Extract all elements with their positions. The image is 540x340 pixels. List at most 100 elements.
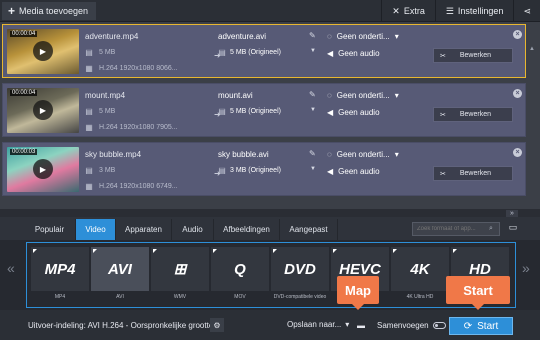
edit-button[interactable]: ✂ Bewerken (433, 166, 513, 181)
edit-button[interactable]: ✂ Bewerken (433, 107, 513, 122)
file-list: 00:00:04 ▶ adventure.mp4 ▤ 5 MB ▦ H.264 19… (0, 22, 540, 220)
format-list: MP4 MP4 AVI AVI ⊞ WMV Q MOV DVD DVD-compatibe… (26, 242, 516, 308)
output-size-select[interactable]: ▤ 5 MB (Origineel) (218, 48, 281, 57)
file-row[interactable]: 00:00:04 ▶ mount.mp4 ▤ 5 MB ▦ H.264 1920x1… (2, 83, 526, 137)
settings-button[interactable]: ☰ Instellingen (434, 0, 514, 22)
film-icon: ▦ (85, 122, 93, 132)
subtitles-select[interactable]: ◌ Geen onderti... ▾ (327, 91, 399, 100)
refresh-icon: ⟳ (463, 320, 473, 332)
chevron-down-icon[interactable]: ▼ (310, 107, 316, 113)
scissors-icon: ✂ (440, 111, 446, 119)
output-filename: sky bubble.avi (218, 150, 269, 159)
subtitles-select[interactable]: ◌ Geen onderti... ▾ (327, 32, 399, 41)
settings-icon: ☰ (445, 5, 454, 16)
top-right-actions: ✕ Extra ☰ Instellingen ⋖ (381, 0, 540, 22)
file-icon: ▤ (85, 165, 93, 175)
scroll-up-icon[interactable]: ▲ (528, 46, 536, 54)
scissors-icon: ✂ (440, 52, 446, 60)
duration-badge: 00:00:04 (10, 90, 38, 96)
format-wmv[interactable]: ⊞ WMV (151, 247, 209, 303)
audio-label: Geen audio (338, 49, 380, 58)
edit-label: Bewerken (459, 111, 492, 118)
play-icon[interactable]: ▶ (33, 159, 53, 179)
share-button[interactable]: ⋖ (513, 0, 540, 22)
chevron-right-icon[interactable]: » (522, 260, 530, 276)
remove-file-icon[interactable]: × (513, 89, 522, 98)
format-avi[interactable]: AVI AVI (91, 247, 149, 303)
top-toolbar: + Media toevoegen ✕ Extra ☰ Instellingen… (0, 0, 540, 22)
toggle-switch[interactable] (432, 322, 446, 329)
edit-label: Bewerken (459, 52, 492, 59)
remove-file-icon[interactable]: × (513, 30, 522, 39)
folder-icon[interactable]: ▬ (357, 321, 365, 330)
tab-apparaten[interactable]: Apparaten (116, 219, 172, 240)
video-thumbnail[interactable]: 00:00:04 ▶ (7, 29, 79, 74)
tab-audio[interactable]: Audio (172, 219, 214, 240)
format-caption: WMV (173, 294, 187, 300)
audio-select[interactable]: ◀ Geen audio (327, 49, 380, 58)
pencil-icon[interactable]: ✎ (309, 149, 316, 158)
chevron-down-icon: ▾ (394, 32, 399, 41)
pencil-icon[interactable]: ✎ (309, 90, 316, 99)
format-logo: HD (469, 260, 491, 278)
format-caption: MP4 (54, 294, 66, 300)
subtitles-select[interactable]: ◌ Geen onderti... ▾ (327, 150, 399, 159)
settings-label: Instellingen (457, 6, 504, 16)
video-thumbnail[interactable]: 00:00:04 ▶ (7, 88, 79, 133)
output-info: sky bubble.avi ✎ ▤ 3 MB (Origineel) ▼ (214, 143, 324, 197)
panel-divider (0, 209, 540, 217)
gear-icon[interactable]: ⚙ (210, 318, 224, 332)
video-thumbnail[interactable]: 00:00:03 ▶ (7, 147, 79, 192)
chevron-down-icon[interactable]: ▼ (310, 166, 316, 172)
chevron-left-icon[interactable]: « (7, 260, 15, 276)
format-caption: AVI (116, 294, 124, 300)
output-size-select[interactable]: ▤ 3 MB (Origineel) (218, 165, 281, 175)
bottom-bar: Uitvoer-indeling: AVI H.264 - Oorspronke… (0, 310, 540, 340)
output-size-select[interactable]: ▤ 5 MB (Origineel) (218, 107, 281, 116)
tab-populair[interactable]: Populair (24, 219, 76, 240)
output-info: mount.avi ✎ ▤ 5 MB (Origineel) ▼ (214, 84, 324, 138)
speech-bubble-icon: ◌ (327, 150, 332, 159)
chevron-down-icon: ▾ (394, 150, 399, 159)
subtitles-label: Geen onderti... (336, 150, 390, 159)
play-icon[interactable]: ▶ (33, 100, 53, 120)
file-list-scrollbar[interactable]: ▲ ▼ (528, 46, 536, 220)
audio-select[interactable]: ◀ Geen audio (327, 108, 380, 117)
output-filename: adventure.avi (218, 32, 267, 41)
pencil-icon[interactable]: ✎ (309, 31, 316, 40)
format-logo: 4K (410, 260, 430, 278)
format-dvd[interactable]: DVD DVD-compatibele video (271, 247, 329, 303)
collapse-panel-icon[interactable]: » (506, 210, 518, 217)
start-button[interactable]: ⟳ Start (449, 317, 513, 335)
duration-badge: 00:00:04 (10, 31, 38, 37)
tab-aangepast[interactable]: Aangepast (280, 219, 338, 240)
chevron-down-icon[interactable]: ▼ (310, 48, 316, 54)
scissors-icon: ✂ (440, 170, 446, 178)
file-icon: ▤ (218, 165, 226, 175)
save-to-select[interactable]: Opslaan naar... ▾ (287, 320, 349, 329)
add-media-button[interactable]: + Media toevoegen (2, 2, 97, 20)
remove-file-icon[interactable]: × (513, 148, 522, 157)
edit-button[interactable]: ✂ Bewerken (433, 48, 513, 63)
format-search[interactable]: ⌕ (412, 222, 500, 236)
search-icon: ⌕ (489, 225, 493, 232)
format-mp4[interactable]: MP4 MP4 (31, 247, 89, 303)
play-icon[interactable]: ▶ (33, 41, 53, 61)
track-options: ◌ Geen onderti... ▾ ◀ Geen audio (325, 143, 435, 197)
output-size: 5 MB (Origineel) (230, 48, 281, 56)
detect-device-icon[interactable]: ▭ (506, 222, 520, 236)
windows-logo-icon: ⊞ (173, 261, 187, 278)
format-4k[interactable]: 4K 4K Ultra HD (391, 247, 449, 303)
tab-afbeeldingen[interactable]: Afbeeldingen (214, 219, 280, 240)
file-row[interactable]: 00:00:04 ▶ adventure.mp4 ▤ 5 MB ▦ H.264 19… (2, 24, 526, 78)
audio-select[interactable]: ◀ Geen audio (327, 167, 380, 176)
format-mov[interactable]: Q MOV (211, 247, 269, 303)
tab-video[interactable]: Video (76, 219, 116, 240)
file-row[interactable]: 00:00:03 ▶ sky bubble.mp4 ▤ 3 MB ▦ H.264 1… (2, 142, 526, 196)
format-logo: DVD (284, 260, 316, 278)
format-logo: HEVC (339, 260, 381, 278)
merge-toggle[interactable]: Samenvoegen (377, 321, 446, 330)
extra-button[interactable]: ✕ Extra (381, 0, 435, 22)
format-search-input[interactable] (417, 226, 489, 232)
film-icon: ▦ (85, 63, 93, 73)
